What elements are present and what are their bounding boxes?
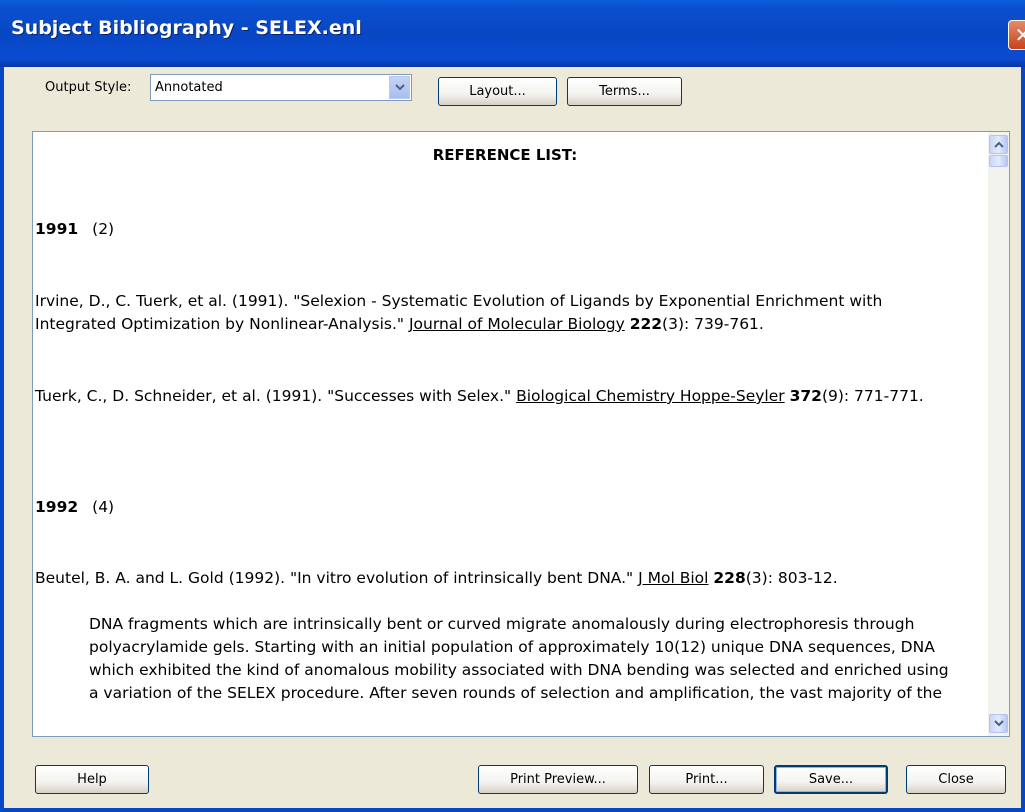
layout-button[interactable]: Layout... <box>438 77 557 106</box>
issue-pages: (3): 739-761. <box>662 315 764 333</box>
terms-button[interactable]: Terms... <box>567 77 682 106</box>
year-group-header: 1991 (2) <box>35 218 114 241</box>
reference-entry: Tuerk, C., D. Schneider, et al. (1991). … <box>35 385 965 408</box>
print-button[interactable]: Print... <box>649 765 764 794</box>
output-style-value: Annotated <box>155 80 223 95</box>
save-button[interactable]: Save... <box>774 765 888 794</box>
year-count: (2) <box>92 220 115 238</box>
reference-entry: Beutel, B. A. and L. Gold (1992). "In vi… <box>35 567 965 590</box>
reference-list-pane[interactable]: REFERENCE LIST: 1991 (2) Irvine, D., C. T… <box>32 131 1010 737</box>
year-label: 1992 <box>35 498 79 516</box>
journal-link[interactable]: Biological Chemistry Hoppe-Seyler <box>516 387 785 405</box>
title-bar: Subject Bibliography - SELEX.enl ✕ <box>0 0 1025 67</box>
output-style-label: Output Style: <box>45 80 132 95</box>
volume: 228 <box>713 569 746 587</box>
year-label: 1991 <box>35 220 79 238</box>
issue-pages: (9): 771-771. <box>821 387 924 405</box>
window-frame-left <box>0 67 4 812</box>
reference-list-heading: REFERENCE LIST: <box>432 146 578 164</box>
window-frame-right <box>1021 67 1025 812</box>
year-count: (4) <box>92 498 115 516</box>
scroll-down-arrow-icon[interactable] <box>989 714 1008 733</box>
print-preview-button[interactable]: Print Preview... <box>478 765 638 794</box>
close-button[interactable]: Close <box>906 765 1006 794</box>
reference-abstract: DNA fragments which are intrinsically be… <box>89 615 949 702</box>
issue-pages: (3): 803-12. <box>745 569 838 587</box>
scroll-up-arrow-icon[interactable] <box>989 135 1008 154</box>
vertical-scrollbar[interactable] <box>988 132 1009 736</box>
output-style-select[interactable]: Annotated <box>150 74 412 101</box>
help-button[interactable]: Help <box>35 765 149 794</box>
journal-link[interactable]: J Mol Biol <box>638 569 708 587</box>
window-title: Subject Bibliography - SELEX.enl <box>11 17 362 39</box>
reference-citation: Tuerk, C., D. Schneider, et al. (1991). … <box>35 387 517 405</box>
chevron-down-icon[interactable] <box>389 76 410 99</box>
reference-citation: Beutel, B. A. and L. Gold (1992). "In vi… <box>35 569 639 587</box>
volume: 222 <box>629 315 663 333</box>
year-group-header: 1992 (4) <box>35 496 114 519</box>
close-icon[interactable]: ✕ <box>1008 20 1025 50</box>
journal-link[interactable]: Journal of Molecular Biology <box>409 315 625 333</box>
reference-entry: Irvine, D., C. Tuerk, et al. (1991). "Se… <box>35 290 965 336</box>
window-frame-bottom <box>0 808 1025 812</box>
scrollbar-thumb[interactable] <box>989 155 1008 167</box>
volume: 372 <box>789 387 822 405</box>
